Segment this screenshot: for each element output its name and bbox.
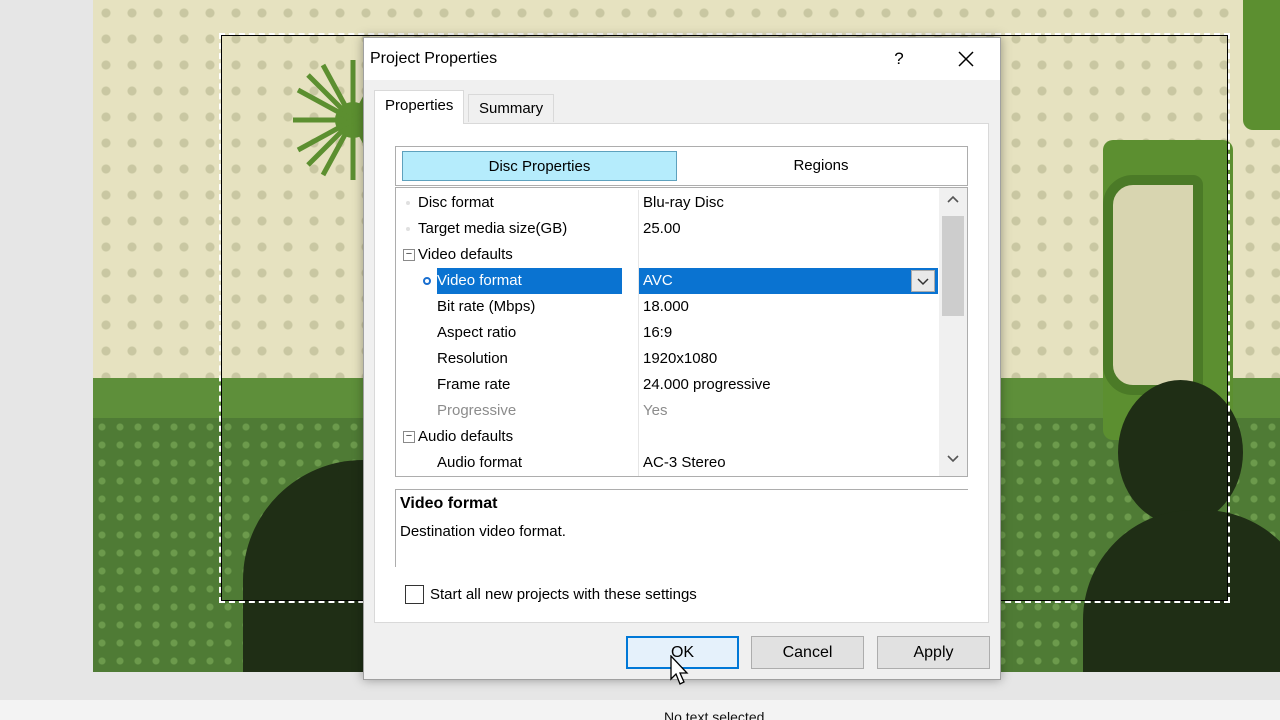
property-name: Video format [437, 268, 622, 294]
close-icon [958, 51, 974, 67]
description-title: Video format [400, 495, 498, 512]
help-button[interactable]: ? [884, 44, 914, 74]
property-name: Audio format [437, 454, 523, 471]
mouse-pointer-icon [670, 655, 689, 685]
apply-button[interactable]: Apply [877, 636, 990, 669]
lamp-decoration [1243, 0, 1280, 130]
property-group-audio-defaults[interactable]: − Audio defaults [396, 424, 939, 450]
project-properties-dialog: Project Properties ? Properties Summary … [363, 37, 1001, 680]
property-row-video-format[interactable]: Video format AVC [396, 268, 939, 294]
subtab-bar: Disc Properties Regions [395, 146, 968, 186]
property-grid-scrollbar[interactable] [939, 188, 967, 476]
description-text: Destination video format. [400, 523, 566, 540]
property-name: Disc format [418, 194, 494, 211]
property-row-audio-format[interactable]: Audio format AC-3 Stereo [396, 450, 939, 476]
property-value [638, 424, 938, 450]
property-name: Target media size(GB) [418, 220, 568, 237]
properties-panel: Disc Properties Regions Disc format Blu-… [374, 123, 989, 623]
property-value [638, 242, 938, 268]
property-name: Frame rate [437, 376, 511, 393]
subtab-disc-properties[interactable]: Disc Properties [402, 151, 677, 181]
property-value: Yes [638, 398, 938, 424]
property-name: Resolution [437, 350, 508, 367]
property-row-resolution[interactable]: Resolution 1920x1080 [396, 346, 939, 372]
property-value[interactable]: Blu-ray Disc [638, 190, 938, 216]
checkbox-label[interactable]: Start all new projects with these settin… [430, 586, 697, 603]
tab-properties[interactable]: Properties [374, 90, 465, 124]
dialog-title-bar[interactable]: Project Properties ? [364, 38, 1000, 80]
property-group-video-defaults[interactable]: − Video defaults [396, 242, 939, 268]
dialog-title: Project Properties [370, 50, 498, 67]
property-name: Bit rate (Mbps) [437, 298, 536, 315]
property-row-aspect-ratio[interactable]: Aspect ratio 16:9 [396, 320, 939, 346]
property-group-name: Video defaults [418, 246, 513, 263]
close-button[interactable] [949, 44, 983, 74]
chevron-down-icon [947, 455, 959, 463]
scroll-down-button[interactable] [939, 448, 967, 474]
property-value[interactable]: 24.000 progressive [638, 372, 938, 398]
subtab-regions[interactable]: Regions [681, 151, 961, 181]
status-bar [0, 700, 1280, 720]
collapse-toggle-icon[interactable]: − [403, 249, 415, 261]
cancel-button[interactable]: Cancel [751, 636, 864, 669]
property-value[interactable]: 18.000 [638, 294, 938, 320]
video-format-select[interactable]: AVC [638, 268, 938, 294]
video-format-dropdown-button[interactable] [911, 270, 935, 292]
property-value[interactable]: 1920x1080 [638, 346, 938, 372]
tab-summary[interactable]: Summary [468, 94, 555, 122]
property-row-bit-rate[interactable]: Bit rate (Mbps) 18.000 [396, 294, 939, 320]
start-projects-checkbox[interactable] [405, 585, 424, 604]
property-value[interactable]: AC-3 Stereo [638, 450, 938, 476]
chevron-down-icon [917, 278, 929, 286]
chevron-up-icon [947, 195, 959, 203]
scroll-up-button[interactable] [939, 188, 967, 214]
property-group-name: Audio defaults [418, 428, 514, 445]
property-name: Progressive [437, 402, 517, 419]
property-description-box: Video format Destination video format. [395, 489, 968, 567]
property-row-disc-format[interactable]: Disc format Blu-ray Disc [396, 190, 939, 216]
property-name: Aspect ratio [437, 324, 517, 341]
property-row-frame-rate[interactable]: Frame rate 24.000 progressive [396, 372, 939, 398]
property-row-target-media-size[interactable]: Target media size(GB) 25.00 [396, 216, 939, 242]
property-grid: Disc format Blu-ray Disc Target media si… [395, 187, 968, 477]
collapse-toggle-icon[interactable]: − [403, 431, 415, 443]
property-value[interactable]: 25.00 [638, 216, 938, 242]
selected-row-bullet-icon [423, 277, 431, 285]
property-row-progressive: Progressive Yes [396, 398, 939, 424]
property-value[interactable]: 16:9 [638, 320, 938, 346]
scroll-thumb[interactable] [942, 216, 964, 316]
status-text: No text selected [664, 709, 765, 720]
